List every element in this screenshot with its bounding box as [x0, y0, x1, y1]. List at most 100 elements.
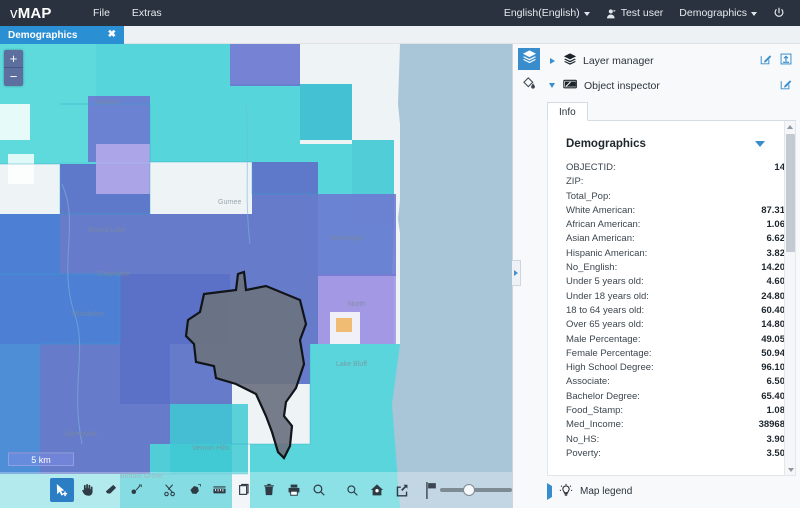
flag-icon [425, 481, 438, 499]
measure-tool-button[interactable] [208, 478, 232, 502]
polygon-tool-button[interactable] [183, 478, 207, 502]
zoom-in-button[interactable]: + [4, 50, 23, 68]
vmap-application: vMAP File Extras English(English) Test u… [0, 0, 800, 508]
attribute-value: 4.60 [766, 276, 786, 288]
select-add-tool-button[interactable] [50, 478, 74, 502]
attribute-value: 96.10 [761, 362, 785, 374]
eraser-icon [104, 483, 118, 497]
scroll-up-button[interactable] [785, 121, 795, 132]
chevron-down-icon [787, 467, 794, 472]
menu-item-extras[interactable]: Extras [121, 0, 173, 26]
import-icon[interactable] [780, 53, 792, 68]
delete-tool-button[interactable] [257, 478, 281, 502]
inspector-icon [563, 78, 578, 94]
attribute-key: 18 to 64 years old: [566, 304, 645, 316]
object-info-body: Demographics OBJECTID: 14 ZIP: Total_Pop:… [547, 121, 796, 476]
attribute-key: Associate: [566, 376, 610, 388]
attribute-value: 38968 [758, 419, 785, 431]
collapse-attributes-button[interactable] [755, 135, 765, 153]
attribute-key: Bachelor Degree: [566, 390, 640, 402]
cursor-plus-icon [54, 483, 69, 498]
logo-map: MAP [17, 4, 52, 22]
attribute-value: 50.94 [761, 347, 785, 359]
section-actions [780, 78, 792, 93]
attribute-value: 49.05 [761, 333, 785, 345]
copy-tool-button[interactable] [233, 478, 257, 502]
menu-item-file[interactable]: File [82, 0, 121, 26]
map-toolbar [0, 472, 512, 508]
hand-icon [80, 483, 94, 497]
layers-icon [522, 49, 537, 69]
app-logo: vMAP [0, 5, 82, 22]
cut-scissors-tool-button[interactable] [158, 478, 182, 502]
panel-icon-bar [518, 48, 544, 100]
scrollbar-thumb[interactable] [786, 134, 795, 252]
info-title-row: Demographics [548, 121, 795, 161]
opacity-slider-track[interactable] [440, 484, 512, 496]
attribute-key: ZIP: [566, 176, 584, 188]
svg-text:Mundelein: Mundelein [72, 311, 104, 318]
map-zoom-controls[interactable]: + − [4, 50, 23, 86]
document-tab-strip: Demographics ✖ [0, 26, 800, 44]
edit-icon[interactable] [780, 78, 792, 93]
attribute-row: Food_Stamp: 1.08 [566, 404, 785, 418]
project-selector[interactable]: Demographics [672, 0, 764, 26]
opacity-slider-knob[interactable] [462, 484, 475, 496]
logout-button[interactable] [766, 7, 792, 19]
svg-text:Libertyville: Libertyville [64, 431, 97, 438]
styling-panel-button[interactable] [518, 74, 540, 96]
edit-icon[interactable] [760, 53, 772, 68]
export-share-tool-button[interactable] [390, 478, 414, 502]
expand-toggle[interactable] [547, 482, 552, 500]
zoom-search-tool-button[interactable] [307, 478, 331, 502]
map-canvas[interactable]: Antioch Gurnee Grayslake Waukegan North … [0, 44, 512, 508]
attribute-value: 6.50 [766, 376, 786, 388]
zoom-out-button[interactable]: − [4, 68, 23, 86]
page-title: Demographics [566, 138, 646, 150]
section-map-legend[interactable]: Map legend [547, 480, 796, 502]
point-tool-button[interactable] [124, 478, 148, 502]
scroll-down-button[interactable] [785, 464, 795, 475]
section-object-inspector[interactable]: Object inspector [547, 73, 796, 98]
expand-toggle[interactable] [547, 83, 557, 88]
tab-info[interactable]: Info [547, 102, 588, 121]
chevron-up-icon [787, 124, 793, 129]
attribute-row: High School Degree: 96.10 [566, 361, 785, 375]
section-layer-manager[interactable]: Layer manager [547, 48, 796, 73]
print-tool-button[interactable] [282, 478, 306, 502]
polygon-icon [188, 483, 202, 497]
attribute-value: 1.08 [766, 405, 786, 417]
trash-icon [262, 483, 276, 497]
attribute-key: Hispanic American: [566, 247, 648, 259]
info-scrollbar[interactable] [784, 121, 795, 475]
svg-text:Round Lake: Round Lake [88, 227, 126, 234]
close-icon[interactable]: ✖ [108, 30, 116, 40]
attribute-row: White American: 87.31 [566, 204, 785, 218]
logo-v: v [10, 4, 18, 22]
attribute-row: Over 65 years old: 14.80 [566, 318, 785, 332]
layers-panel-button[interactable] [518, 48, 540, 70]
attribute-row: Female Percentage: 50.94 [566, 347, 785, 361]
user-icon [606, 8, 617, 19]
user-menu[interactable]: Test user [599, 0, 671, 26]
map-graphic: Antioch Gurnee Grayslake Waukegan North … [0, 44, 512, 508]
tab-demographics[interactable]: Demographics ✖ [0, 26, 124, 44]
attribute-key: Under 5 years old: [566, 276, 644, 288]
eraser-tool-button[interactable] [100, 478, 124, 502]
attribute-key: Female Percentage: [566, 347, 652, 359]
search-tool-button[interactable] [341, 478, 365, 502]
svg-text:Vernon Hills: Vernon Hills [192, 445, 230, 452]
language-selector[interactable]: English(English) [497, 0, 597, 26]
panel-collapse-handle[interactable] [512, 260, 521, 286]
section-label: Layer manager [583, 54, 654, 67]
expand-toggle[interactable] [547, 57, 557, 64]
svg-text:Waukegan: Waukegan [330, 235, 363, 242]
opacity-control[interactable] [425, 481, 512, 499]
home-extent-tool-button[interactable] [365, 478, 389, 502]
top-menu-bar: vMAP File Extras English(English) Test u… [0, 0, 800, 26]
attribute-row: No_English: 14.20 [566, 261, 785, 275]
attribute-row: Poverty: 3.50 [566, 447, 785, 461]
attribute-key: High School Degree: [566, 362, 654, 374]
pan-hand-tool-button[interactable] [75, 478, 99, 502]
attribute-list: OBJECTID: 14 ZIP: Total_Pop: White Americ… [548, 161, 795, 461]
